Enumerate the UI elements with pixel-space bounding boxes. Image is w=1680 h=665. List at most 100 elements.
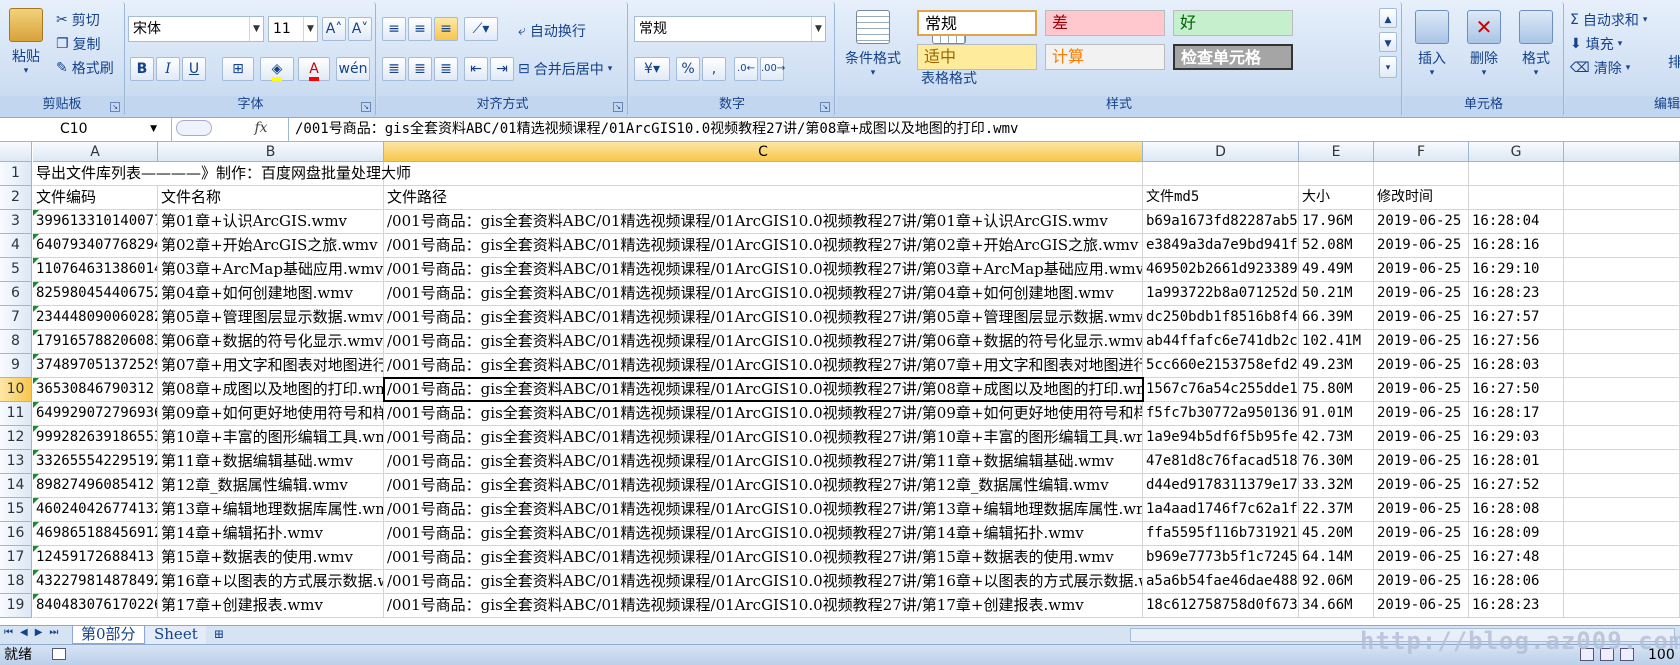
cell-E17[interactable]: 64.14M	[1299, 546, 1374, 570]
cell-empty[interactable]	[1564, 354, 1680, 378]
cell-A18[interactable]: 432279814878492	[33, 570, 158, 594]
cell-D1[interactable]	[1143, 162, 1299, 186]
cell-F8[interactable]: 2019-06-25	[1374, 330, 1469, 354]
phonetic-button[interactable]: wén	[336, 57, 370, 81]
increase-decimal-button[interactable]: .0←	[734, 57, 758, 81]
underline-button[interactable]: U	[182, 57, 206, 81]
cell-F17[interactable]: 2019-06-25	[1374, 546, 1469, 570]
cell-E13[interactable]: 76.30M	[1299, 450, 1374, 474]
cell-empty[interactable]	[1564, 546, 1680, 570]
cell-empty[interactable]	[1564, 186, 1680, 210]
cell-B2[interactable]: 文件名称	[158, 186, 384, 210]
cell-C4[interactable]: /001号商品：gis全套资料ABC/01精选视频课程/01ArcGIS10.0…	[384, 234, 1143, 258]
cell-F11[interactable]: 2019-06-25	[1374, 402, 1469, 426]
cell-C18[interactable]: /001号商品：gis全套资料ABC/01精选视频课程/01ArcGIS10.0…	[384, 570, 1143, 594]
cell-E9[interactable]: 49.23M	[1299, 354, 1374, 378]
cell-G13[interactable]: 16:28:01	[1469, 450, 1564, 474]
row-header[interactable]: 13	[0, 450, 32, 474]
font-name-combo[interactable]: 宋体 ▼	[128, 16, 264, 42]
cell-C17[interactable]: /001号商品：gis全套资料ABC/01精选视频课程/01ArcGIS10.0…	[384, 546, 1143, 570]
cell-F15[interactable]: 2019-06-25	[1374, 498, 1469, 522]
cell-empty[interactable]	[1564, 498, 1680, 522]
row-header[interactable]: 7	[0, 306, 32, 330]
fill-button[interactable]: ⬇ 填充 ▾	[1570, 34, 1622, 54]
cell-empty[interactable]	[1564, 330, 1680, 354]
cell-empty[interactable]	[1564, 402, 1680, 426]
cell-G15[interactable]: 16:28:08	[1469, 498, 1564, 522]
shrink-font-button[interactable]: A˅	[348, 17, 372, 41]
cell-D19[interactable]: 18c612758758d0f673	[1143, 594, 1299, 618]
cell-D15[interactable]: 1a4aad1746f7c62a1f	[1143, 498, 1299, 522]
cell-C9[interactable]: /001号商品：gis全套资料ABC/01精选视频课程/01ArcGIS10.0…	[384, 354, 1143, 378]
cell-A5[interactable]: 110764631386014	[33, 258, 158, 282]
cell-empty[interactable]	[1564, 426, 1680, 450]
italic-button[interactable]: I	[156, 57, 180, 81]
cell-F3[interactable]: 2019-06-25	[1374, 210, 1469, 234]
cell-A17[interactable]: 12459172688413	[33, 546, 158, 570]
cell-F7[interactable]: 2019-06-25	[1374, 306, 1469, 330]
cell-E16[interactable]: 45.20M	[1299, 522, 1374, 546]
cell-empty[interactable]	[1564, 450, 1680, 474]
cell-G11[interactable]: 16:28:17	[1469, 402, 1564, 426]
cell-empty[interactable]	[1564, 378, 1680, 402]
cell-F12[interactable]: 2019-06-25	[1374, 426, 1469, 450]
cell-empty[interactable]	[1564, 210, 1680, 234]
cell-D3[interactable]: b69a1673fd82287ab5	[1143, 210, 1299, 234]
cell-E14[interactable]: 33.32M	[1299, 474, 1374, 498]
currency-button[interactable]: ¥▾	[634, 57, 670, 81]
row-header[interactable]: 8	[0, 330, 32, 354]
cell-empty[interactable]	[1564, 522, 1680, 546]
wrap-text-button[interactable]: ⤶ 自动换行	[518, 21, 586, 41]
cell-C5[interactable]: /001号商品：gis全套资料ABC/01精选视频课程/01ArcGIS10.0…	[384, 258, 1143, 282]
cell-E10[interactable]: 75.80M	[1299, 378, 1374, 402]
cell-E11[interactable]: 91.01M	[1299, 402, 1374, 426]
cell-D6[interactable]: 1a993722b8a071252d	[1143, 282, 1299, 306]
row-header[interactable]: 10	[0, 378, 32, 402]
font-color-button[interactable]: A	[298, 57, 330, 81]
column-header-E[interactable]: E	[1299, 142, 1374, 162]
cell-D8[interactable]: ab44ffafc6e741db2c	[1143, 330, 1299, 354]
cell-E2[interactable]: 大小	[1299, 186, 1374, 210]
cell-C2[interactable]: 文件路径	[384, 186, 1143, 210]
paste-button[interactable]: 粘贴 ▾	[4, 8, 48, 76]
cell-D18[interactable]: a5a6b54fae46dae488	[1143, 570, 1299, 594]
cell-E1[interactable]	[1299, 162, 1374, 186]
cell-F6[interactable]: 2019-06-25	[1374, 282, 1469, 306]
cell-D4[interactable]: e3849a3da7e9bd941f	[1143, 234, 1299, 258]
cell-C7[interactable]: /001号商品：gis全套资料ABC/01精选视频课程/01ArcGIS10.0…	[384, 306, 1143, 330]
cell-A13[interactable]: 332655542295192	[33, 450, 158, 474]
cell-D16[interactable]: ffa5595f116b731921	[1143, 522, 1299, 546]
cell-empty[interactable]	[1564, 258, 1680, 282]
column-header-G[interactable]: G	[1469, 142, 1564, 162]
cell-B10[interactable]: 第08章+成图以及地图的打印.wmv	[158, 378, 384, 402]
cell-C19[interactable]: /001号商品：gis全套资料ABC/01精选视频课程/01ArcGIS10.0…	[384, 594, 1143, 618]
cell-A9[interactable]: 374897051372529	[33, 354, 158, 378]
cell-style-3[interactable]: 适中	[917, 44, 1037, 70]
cell-G8[interactable]: 16:27:56	[1469, 330, 1564, 354]
cell-B8[interactable]: 第06章+数据的符号化显示.wmv	[158, 330, 384, 354]
tab-sheet-0[interactable]: 第0部分	[72, 626, 145, 644]
number-launcher[interactable]: ↘	[820, 102, 830, 112]
column-header-B[interactable]: B	[158, 142, 384, 162]
fx-icon[interactable]: fx	[254, 120, 267, 136]
cell-E15[interactable]: 22.37M	[1299, 498, 1374, 522]
cell-G9[interactable]: 16:28:03	[1469, 354, 1564, 378]
cell-B4[interactable]: 第02章+开始ArcGIS之旅.wmv	[158, 234, 384, 258]
cell-A7[interactable]: 234448090060282	[33, 306, 158, 330]
font-launcher[interactable]: ↘	[361, 102, 371, 112]
align-top-button[interactable]: ≡	[382, 17, 406, 41]
cell-empty[interactable]	[1564, 234, 1680, 258]
row-header[interactable]: 6	[0, 282, 32, 306]
cell-F9[interactable]: 2019-06-25	[1374, 354, 1469, 378]
cell-B14[interactable]: 第12章_数据属性编辑.wmv	[158, 474, 384, 498]
cell-D7[interactable]: dc250bdb1f8516b8f4	[1143, 306, 1299, 330]
cell-D12[interactable]: 1a9e94b5df6f5b95fe	[1143, 426, 1299, 450]
row-header[interactable]: 12	[0, 426, 32, 450]
cell-D10[interactable]: 1567c76a54c255dde1	[1143, 378, 1299, 402]
cell-style-1[interactable]: 差	[1045, 10, 1165, 36]
cell-G17[interactable]: 16:27:48	[1469, 546, 1564, 570]
row-header[interactable]: 4	[0, 234, 32, 258]
cell-G10[interactable]: 16:27:50	[1469, 378, 1564, 402]
decrease-decimal-button[interactable]: .00→	[760, 57, 785, 81]
cell-G3[interactable]: 16:28:04	[1469, 210, 1564, 234]
